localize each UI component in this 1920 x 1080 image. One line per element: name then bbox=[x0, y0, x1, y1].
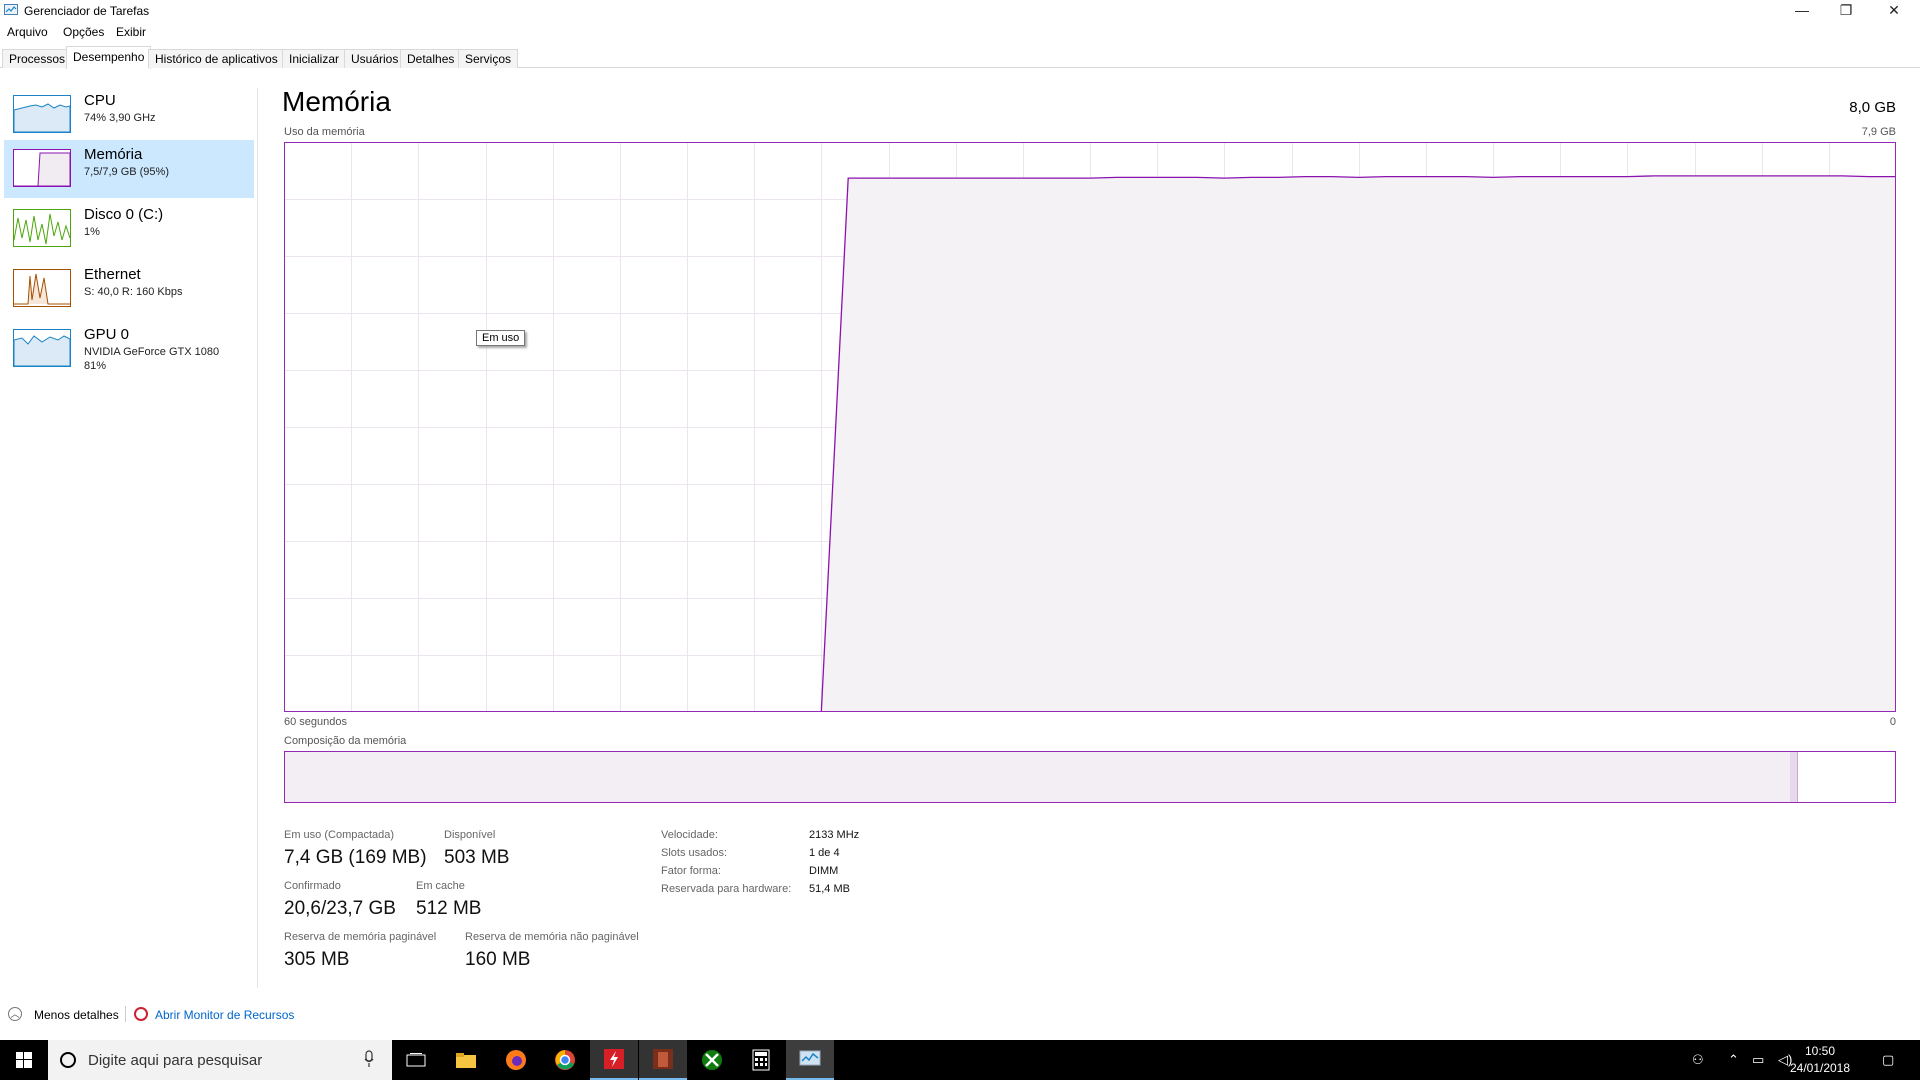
sidebar-item-detail: S: 40,0 R: 160 Kbps bbox=[84, 286, 183, 298]
sidebar-item-title: GPU 0 bbox=[84, 326, 130, 343]
spec-form-value: DIMM bbox=[809, 865, 839, 877]
stat-cached-label: Em cache bbox=[416, 880, 465, 892]
flash-app-icon[interactable] bbox=[590, 1040, 638, 1080]
memory-usage-chart bbox=[284, 142, 1896, 712]
task-manager-app-icon bbox=[4, 4, 18, 15]
close-button[interactable]: ✕ bbox=[1872, 0, 1916, 22]
open-resource-monitor-link[interactable]: Abrir Monitor de Recursos bbox=[155, 1008, 294, 1022]
spec-reserved-label: Reservada para hardware: bbox=[661, 883, 792, 895]
tab-historico[interactable]: Histórico de aplicativos bbox=[148, 49, 285, 68]
restore-button[interactable]: ❐ bbox=[1824, 0, 1868, 22]
chevron-up-tray-icon[interactable]: ⌃ bbox=[1728, 1052, 1739, 1068]
clock-time[interactable]: 10:50 bbox=[1780, 1044, 1860, 1058]
spec-slots-value: 1 de 4 bbox=[809, 847, 840, 859]
usage-graph-max: 7,9 GB bbox=[1861, 126, 1896, 138]
stat-nonpaged-label: Reserva de memória não paginável bbox=[465, 931, 639, 943]
title-bar bbox=[0, 0, 1920, 22]
usage-graph-label: Uso da memória bbox=[284, 126, 365, 138]
page-title: Memória bbox=[282, 86, 391, 117]
menu-exibir[interactable]: Exibir bbox=[116, 25, 146, 39]
stat-paged-value: 305 MB bbox=[284, 949, 350, 970]
composition-label: Composição da memória bbox=[284, 735, 407, 747]
spec-form-label: Fator forma: bbox=[661, 865, 721, 877]
sidebar-item-disco[interactable]: Disco 0 (C:) 1% bbox=[4, 200, 254, 258]
sidebar-item-detail: 7,5/7,9 GB (95%) bbox=[84, 166, 169, 178]
people-icon[interactable]: ⚇ bbox=[1692, 1052, 1704, 1068]
axis-label-left: 60 segundos bbox=[284, 716, 347, 728]
firefox-icon[interactable] bbox=[492, 1040, 540, 1080]
spec-reserved-value: 51,4 MB bbox=[809, 883, 850, 895]
axis-label-right: 0 bbox=[1889, 716, 1896, 728]
network-icon[interactable]: ▭ bbox=[1752, 1052, 1764, 1068]
gpu-thumbnail bbox=[13, 329, 71, 367]
sidebar-item-detail: NVIDIA GeForce GTX 1080 bbox=[84, 346, 220, 358]
stat-paged-label: Reserva de memória paginável bbox=[284, 931, 437, 943]
calculator-icon[interactable] bbox=[737, 1040, 785, 1080]
sidebar-item-detail-2: 81% bbox=[84, 360, 107, 372]
sidebar-item-ethernet[interactable]: Ethernet S: 40,0 R: 160 Kbps bbox=[4, 260, 254, 318]
window-title: Gerenciador de Tarefas bbox=[24, 4, 150, 18]
tab-processos[interactable]: Processos bbox=[2, 49, 73, 68]
fewer-details-link[interactable]: Menos detalhes bbox=[34, 1008, 119, 1022]
cpu-thumbnail bbox=[13, 95, 71, 133]
stat-cached-value: 512 MB bbox=[416, 898, 482, 919]
tab-inicializar[interactable]: Inicializar bbox=[282, 49, 347, 68]
stat-committed-value: 20,6/23,7 GB bbox=[284, 898, 396, 919]
footer-divider bbox=[125, 1006, 126, 1022]
sidebar-item-title: Disco 0 (C:) bbox=[84, 206, 164, 223]
windows-start-icon[interactable] bbox=[0, 1040, 48, 1080]
tab-desempenho[interactable]: Desempenho bbox=[66, 46, 152, 69]
stat-available-value: 503 MB bbox=[444, 847, 510, 868]
memory-composition-bar bbox=[284, 751, 1896, 803]
sidebar-item-title: Ethernet bbox=[84, 266, 141, 283]
sidebar-item-title: Memória bbox=[84, 146, 143, 163]
disk-thumbnail bbox=[13, 209, 71, 247]
memory-thumbnail bbox=[13, 149, 71, 187]
menu-opcoes[interactable]: Opções bbox=[63, 25, 104, 39]
chrome-icon[interactable] bbox=[541, 1040, 589, 1080]
clock-date[interactable]: 24/01/2018 bbox=[1780, 1061, 1860, 1075]
minimize-button[interactable]: — bbox=[1780, 0, 1824, 22]
sidebar-item-cpu[interactable]: CPU 74% 3,90 GHz bbox=[4, 86, 254, 144]
spec-speed-label: Velocidade: bbox=[661, 829, 718, 841]
task-view-icon[interactable] bbox=[392, 1040, 440, 1080]
total-memory: 8,0 GB bbox=[1849, 99, 1896, 116]
game-app-icon[interactable] bbox=[639, 1040, 687, 1080]
sidebar-item-detail: 74% 3,90 GHz bbox=[84, 112, 156, 124]
tab-usuarios[interactable]: Usuários bbox=[344, 49, 406, 68]
cortana-icon bbox=[60, 1052, 76, 1068]
xbox-icon[interactable] bbox=[688, 1040, 736, 1080]
resource-monitor-icon[interactable] bbox=[134, 1007, 148, 1021]
spec-speed-value: 2133 MHz bbox=[809, 829, 860, 841]
tab-servicos[interactable]: Serviços bbox=[458, 49, 519, 68]
stat-available-label: Disponível bbox=[444, 829, 496, 841]
ethernet-thumbnail bbox=[13, 269, 71, 307]
menu-arquivo[interactable]: Arquivo bbox=[7, 25, 48, 39]
composition-modified bbox=[1790, 752, 1798, 802]
search-placeholder: Digite aqui para pesquisar bbox=[88, 1052, 263, 1069]
sidebar-item-title: CPU bbox=[84, 92, 116, 109]
stat-in-use-value: 7,4 GB (169 MB) bbox=[284, 847, 427, 868]
sidebar-divider bbox=[257, 88, 258, 988]
chart-tooltip: Em uso bbox=[476, 330, 526, 346]
task-manager-icon[interactable] bbox=[786, 1040, 834, 1080]
sidebar-item-gpu[interactable]: GPU 0 NVIDIA GeForce GTX 1080 81% bbox=[4, 320, 254, 378]
composition-in-use bbox=[285, 752, 1792, 802]
sidebar-item-memoria[interactable]: Memória 7,5/7,9 GB (95%) bbox=[4, 140, 254, 198]
spec-slots-label: Slots usados: bbox=[661, 847, 728, 859]
file-explorer-icon[interactable] bbox=[442, 1040, 490, 1080]
stat-nonpaged-value: 160 MB bbox=[465, 949, 531, 970]
chevron-up-icon[interactable]: ︿ bbox=[8, 1007, 22, 1021]
sidebar-item-detail: 1% bbox=[84, 226, 100, 238]
notification-icon[interactable]: ▢ bbox=[1882, 1052, 1894, 1068]
stat-in-use-label: Em uso (Compactada) bbox=[284, 829, 395, 841]
tab-detalhes[interactable]: Detalhes bbox=[400, 49, 462, 68]
microphone-icon[interactable] bbox=[364, 1050, 374, 1068]
stat-committed-label: Confirmado bbox=[284, 880, 341, 892]
